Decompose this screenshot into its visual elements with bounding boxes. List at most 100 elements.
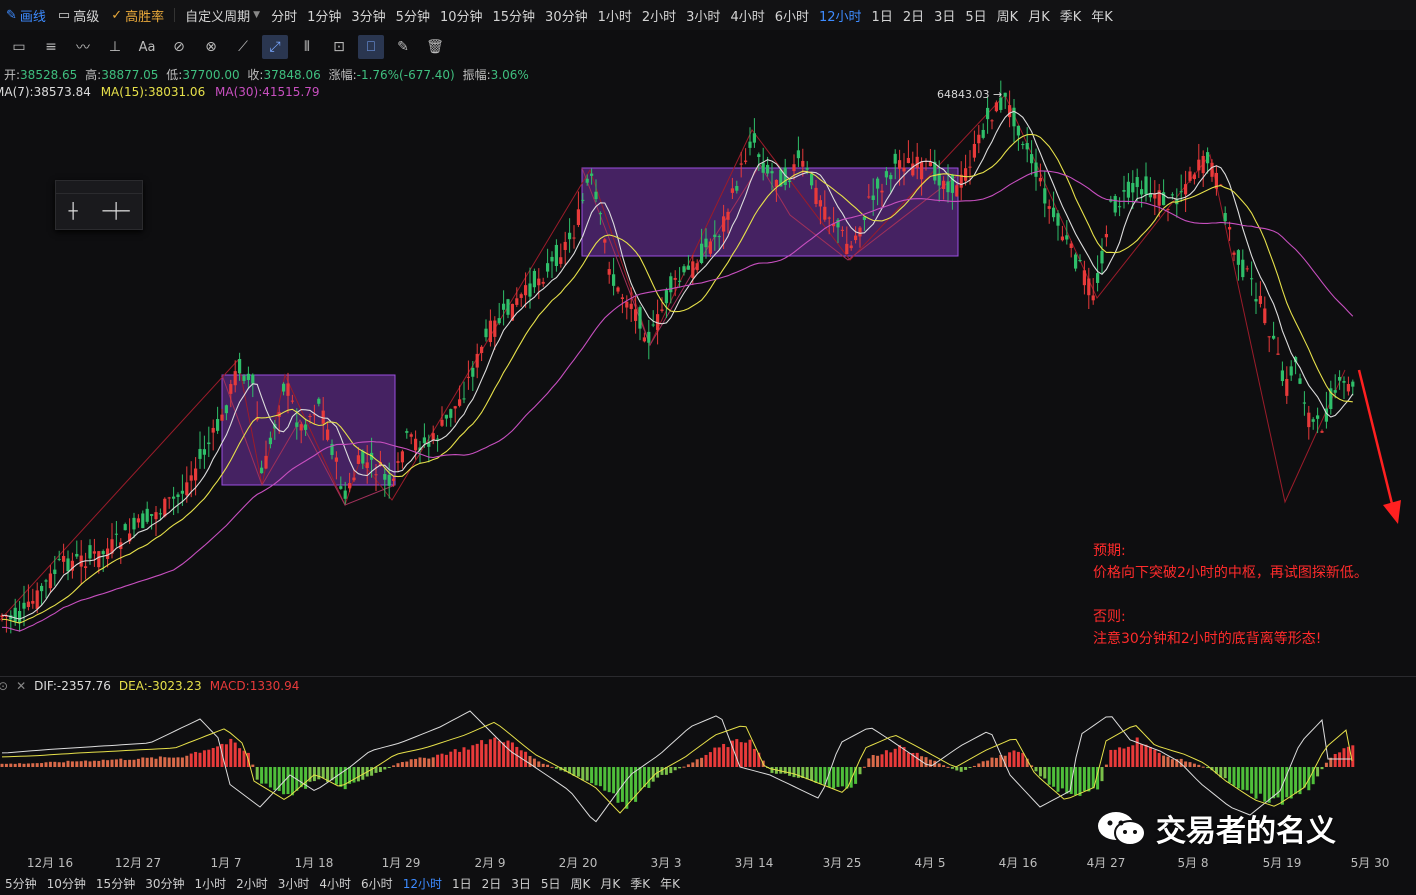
- bottom-period-tab[interactable]: 2日: [477, 875, 507, 892]
- close-icon[interactable]: ✕: [16, 679, 26, 693]
- bottom-period-tab[interactable]: 1日: [447, 875, 477, 892]
- candle-body: [92, 551, 96, 554]
- macd-bar: [968, 767, 972, 768]
- bottom-period-tab[interactable]: 年K: [655, 875, 685, 892]
- macd-bar: [110, 759, 114, 767]
- bottom-period-tab[interactable]: 12小时: [398, 875, 447, 892]
- crosshair-tool-popup: ┼ ─┼─: [55, 180, 143, 230]
- candle-body: [1206, 152, 1210, 164]
- candle-body: [1170, 194, 1174, 196]
- bottom-period-tab[interactable]: 4小时: [314, 875, 356, 892]
- dif-label: DIF:-2357.76: [34, 679, 111, 693]
- macd-bar: [1272, 767, 1276, 799]
- macd-bar: [1166, 756, 1170, 767]
- candle-body: [40, 585, 44, 592]
- candle-body: [123, 524, 127, 531]
- macd-bar: [1113, 749, 1117, 767]
- macd-bar: [1126, 746, 1130, 767]
- macd-bar: [400, 762, 404, 767]
- candle-body: [572, 237, 576, 239]
- x-tick-label: 4月 27: [1086, 856, 1126, 870]
- candle-body: [1069, 243, 1073, 248]
- candle-body: [902, 167, 906, 172]
- candle-body: [563, 241, 567, 250]
- candle-body: [1008, 105, 1012, 118]
- candle-body: [748, 141, 752, 148]
- bottom-period-tab[interactable]: 15分钟: [91, 875, 140, 892]
- macd-bar: [396, 763, 400, 767]
- bottom-period-tab[interactable]: 6小时: [356, 875, 398, 892]
- candle-body: [1250, 278, 1254, 280]
- price-chart[interactable]: [0, 0, 1416, 852]
- candle-body: [554, 244, 558, 266]
- bottom-period-tab[interactable]: 2小时: [231, 875, 273, 892]
- macd-bar: [185, 755, 189, 767]
- bottom-period-tab[interactable]: 月K: [595, 875, 625, 892]
- candle-body: [757, 154, 761, 157]
- candle-body: [194, 468, 198, 481]
- macd-bar: [387, 767, 391, 768]
- candle-body: [537, 278, 541, 286]
- bottom-period-tab[interactable]: 10分钟: [42, 875, 91, 892]
- macd-bar: [84, 760, 88, 767]
- macd-bar: [554, 767, 558, 769]
- macd-bar: [862, 766, 866, 768]
- candle-body: [440, 419, 444, 426]
- settings-icon[interactable]: ⊙: [0, 679, 8, 693]
- macd-bar: [392, 765, 396, 767]
- candle-body: [1351, 381, 1355, 387]
- macd-bar: [840, 767, 844, 787]
- macd-bar: [541, 763, 545, 767]
- bottom-period-tab[interactable]: 1小时: [189, 875, 231, 892]
- bottom-period-tab[interactable]: 3日: [506, 875, 536, 892]
- candle-body: [629, 303, 633, 309]
- macd-bar: [264, 767, 268, 784]
- macd-bar: [436, 754, 440, 767]
- candle-body: [471, 367, 475, 377]
- macd-bar: [594, 767, 598, 786]
- macd-bar: [1254, 767, 1258, 799]
- candle-body: [75, 553, 79, 557]
- macd-bar: [906, 752, 910, 767]
- macd-bar: [92, 760, 96, 767]
- candle-body: [638, 307, 642, 329]
- macd-bar: [722, 743, 726, 767]
- bottom-period-tab[interactable]: 3小时: [273, 875, 315, 892]
- macd-bar: [1342, 748, 1346, 767]
- candle-body: [810, 173, 814, 186]
- macd-bar: [1153, 749, 1157, 767]
- bottom-period-tab[interactable]: 5日: [536, 875, 566, 892]
- candle-body: [708, 241, 712, 254]
- macd-bar: [1192, 763, 1196, 767]
- candle-body: [26, 601, 30, 607]
- macd-bar: [1241, 767, 1245, 790]
- candle-body: [915, 156, 919, 168]
- bottom-period-tab[interactable]: 30分钟: [140, 875, 189, 892]
- macd-bar: [713, 747, 717, 767]
- macd-bar: [1082, 767, 1086, 792]
- candle-body: [590, 173, 594, 176]
- candle-body: [682, 266, 686, 273]
- candle-body: [1056, 213, 1060, 226]
- bottom-period-tab[interactable]: 季K: [625, 875, 655, 892]
- bottom-period-tab[interactable]: 5分钟: [0, 875, 42, 892]
- candle-body: [238, 358, 242, 374]
- macd-bar: [207, 749, 211, 767]
- candle-body: [1241, 259, 1245, 278]
- macd-bar: [1043, 767, 1047, 779]
- macd-bar: [475, 743, 479, 767]
- horizontal-line-icon[interactable]: ─┼─: [102, 202, 129, 220]
- candle-body: [994, 102, 998, 112]
- candle-body: [792, 164, 796, 172]
- macd-bar: [150, 757, 154, 767]
- macd-bar: [251, 764, 255, 767]
- bottom-period-tab[interactable]: 周K: [566, 875, 596, 892]
- vertical-line-icon[interactable]: ┼: [68, 202, 77, 220]
- candle-body: [858, 227, 862, 237]
- candle-body: [1082, 270, 1086, 286]
- macd-bar: [1122, 748, 1126, 767]
- macd-bar: [488, 739, 492, 767]
- candle-body: [400, 451, 404, 463]
- candle-body: [1179, 191, 1183, 193]
- macd-bar: [585, 767, 589, 781]
